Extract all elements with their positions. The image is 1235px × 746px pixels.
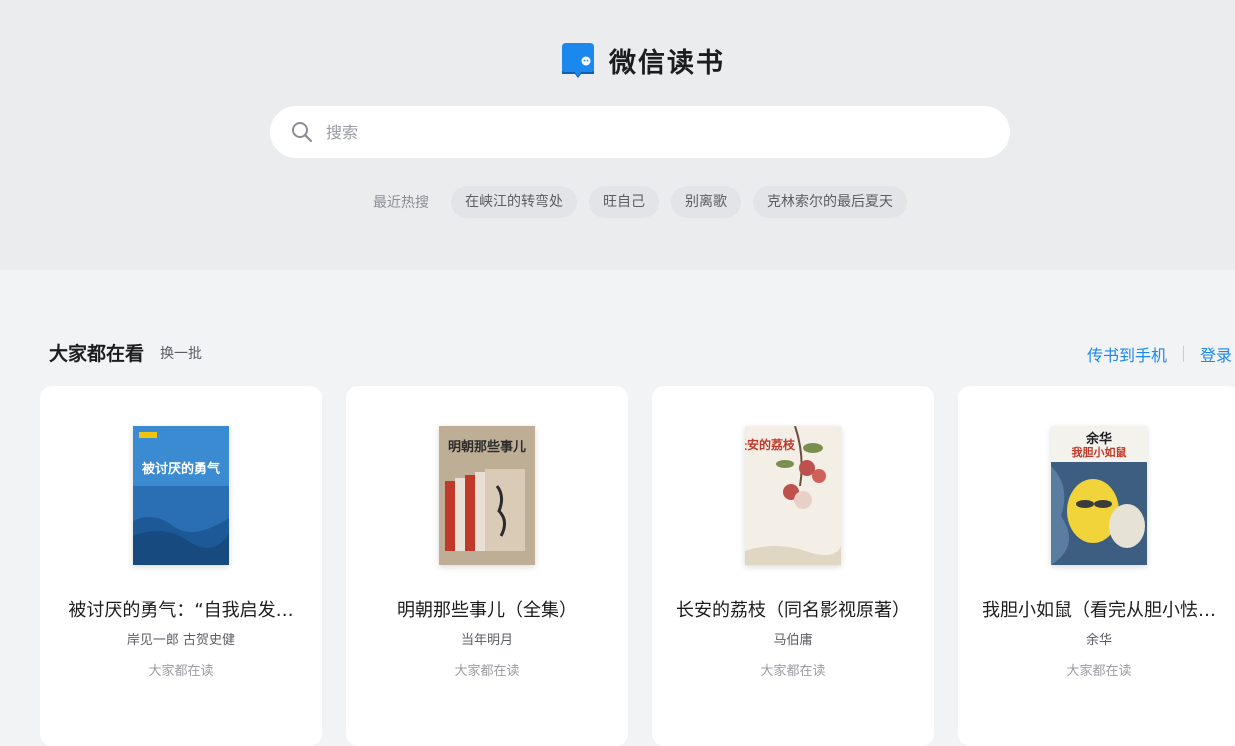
book-title[interactable]: 长安的荔枝（同名影视原著） [664,596,922,622]
book-cover[interactable]: 明朝那些事儿 [439,426,535,565]
book-cards: 被讨厌的勇气 被讨厌的勇气：“自我启发… 岸见一郎 古贺史健 大家都在读 明朝那… [40,386,1235,746]
logo[interactable]: 微信读书 [559,41,725,79]
cover-title: 被讨厌的勇气 [141,462,220,477]
cover-title: 明朝那些事儿 [447,440,526,455]
login-link[interactable]: 登录 [1200,342,1232,366]
book-card[interactable]: 被讨厌的勇气 被讨厌的勇气：“自我启发… 岸见一郎 古贺史健 大家都在读 [40,386,322,746]
book-cover[interactable]: 长安的荔枝 [745,426,841,565]
hot-search-tag[interactable]: 别离歌 [671,186,741,218]
book-title[interactable]: 我胆小如鼠（看完从胆小怯… [970,596,1228,622]
book-card[interactable]: 余华 我胆小如鼠 我胆小如鼠（看完从胆小怯… 余华 大家都在读 [958,386,1235,746]
reading-status: 大家都在读 [760,664,826,679]
hot-search-tag[interactable]: 在峡江的转弯处 [451,186,577,218]
send-to-phone-link[interactable]: 传书到手机 [1087,342,1167,366]
reading-status: 大家都在读 [1066,664,1132,679]
book-author[interactable]: 马伯庸 [664,629,922,648]
book-author[interactable]: 岸见一郎 古贺史健 [52,629,310,648]
divider [1182,346,1184,362]
hot-search-tag[interactable]: 克林索尔的最后夏天 [753,186,907,218]
book-title[interactable]: 被讨厌的勇气：“自我启发… [52,596,310,622]
book-author[interactable]: 余华 [970,629,1228,648]
search-bar[interactable] [270,106,1010,158]
top-links: 传书到手机 登录 [1087,342,1232,366]
wechat-read-book-icon [559,41,597,79]
section-title: 大家都在看 [49,343,145,365]
header-area: 微信读书 最近热搜 在峡江的转弯处 旺自己 别离歌 克林索尔的最后夏天 [0,0,1235,270]
logo-text: 微信读书 [609,47,725,79]
search-input[interactable] [326,122,966,142]
book-cover-art [133,426,229,565]
hot-search-tag[interactable]: 旺自己 [589,186,659,218]
book-cover[interactable]: 余华 我胆小如鼠 [1051,426,1147,565]
reading-status: 大家都在读 [454,664,520,679]
reading-status: 大家都在读 [148,664,214,679]
refresh-button[interactable]: 换一批 [160,343,202,363]
hot-search-label: 最近热搜 [373,195,429,211]
hot-search-bar: 最近热搜 在峡江的转弯处 旺自己 别离歌 克林索尔的最后夏天 [373,186,907,218]
cover-title: 我胆小如鼠 [1071,446,1127,459]
book-title[interactable]: 明朝那些事儿（全集） [358,596,616,622]
search-icon [292,122,313,143]
book-cover[interactable]: 被讨厌的勇气 [133,426,229,565]
book-author[interactable]: 当年明月 [358,629,616,648]
book-card[interactable]: 长安的荔枝 长安的荔枝（同名影视原著） 马伯庸 大家都在读 [652,386,934,746]
cover-title: 长安的荔枝 [745,438,795,452]
book-card[interactable]: 明朝那些事儿 明朝那些事儿（全集） 当年明月 大家都在读 [346,386,628,746]
